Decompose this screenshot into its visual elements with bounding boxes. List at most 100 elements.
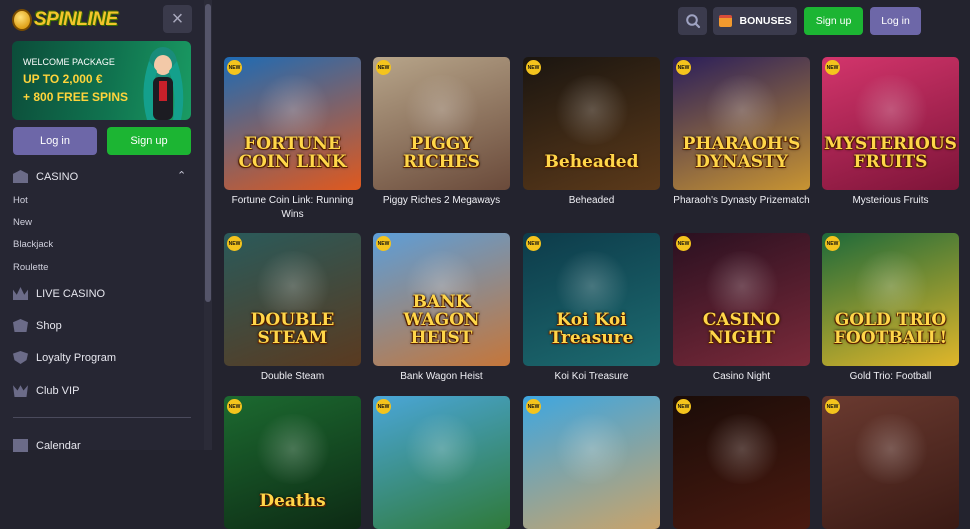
game-art-title: DOUBLE STEAM [250, 310, 335, 349]
bonuses-button[interactable]: BONUSES [713, 7, 797, 35]
game-tile[interactable]: NEW [673, 396, 810, 529]
sidebar-item-loyalty-program[interactable]: Loyalty Program [13, 351, 116, 364]
game-tile[interactable]: NEW [373, 396, 510, 529]
game-title[interactable]: Fortune Coin Link: Running Wins [224, 194, 361, 222]
sidebar-item-shop[interactable]: Shop [13, 319, 62, 332]
sidebar-subitem-roulette[interactable]: Roulette [13, 262, 48, 273]
header-login-button[interactable]: Log in [870, 7, 921, 35]
game-art-title: Deaths [259, 491, 326, 512]
game-art-title: FORTUNE COIN LINK [238, 134, 347, 173]
sidebar-item-label: LIVE CASINO [36, 287, 106, 300]
calendar-icon [13, 439, 28, 452]
game-tile[interactable]: NEW FORTUNE COIN LINK [224, 57, 361, 190]
new-badge: NEW [825, 399, 840, 414]
vip-crown-icon [13, 385, 28, 397]
new-badge: NEW [825, 236, 840, 251]
sidebar: SPINLINE × WELCOME PACKAGE UP TO 2,000 €… [0, 0, 204, 452]
sidebar-item-label: CASINO [36, 170, 79, 183]
new-badge: NEW [227, 60, 242, 75]
game-art-title: PHARAOH'S DYNASTY [682, 134, 801, 173]
sidebar-item-label: Club VIP [36, 384, 80, 397]
new-badge: NEW [676, 399, 691, 414]
game-tile[interactable]: NEW GOLD TRIO FOOTBALL! [822, 233, 959, 366]
new-badge: NEW [376, 60, 391, 75]
game-title[interactable]: Beheaded [523, 194, 660, 208]
game-tile[interactable]: NEW Koi Koi Treasure [523, 233, 660, 366]
game-title[interactable]: Double Steam [224, 370, 361, 384]
game-artwork [852, 414, 930, 484]
game-tile[interactable]: NEW Beheaded [523, 57, 660, 190]
new-badge: NEW [825, 60, 840, 75]
game-title[interactable]: Koi Koi Treasure [523, 370, 660, 384]
promo-line-1: WELCOME PACKAGE [23, 57, 115, 67]
promo-character-image [143, 47, 184, 120]
game-tile[interactable]: NEW BANK WAGON HEIST [373, 233, 510, 366]
sidebar-login-button[interactable]: Log in [13, 127, 97, 155]
shield-icon [13, 351, 28, 364]
coin-logo-icon [12, 9, 32, 31]
game-tile[interactable]: NEW DOUBLE STEAM [224, 233, 361, 366]
new-badge: NEW [227, 236, 242, 251]
casino-icon [13, 170, 28, 183]
game-title-line-2: Wins [281, 209, 304, 220]
game-title[interactable]: Piggy Riches 2 Megaways [373, 194, 510, 208]
close-icon: × [171, 8, 184, 30]
shop-icon [13, 319, 28, 332]
game-artwork [403, 414, 481, 484]
game-title[interactable]: Bank Wagon Heist [373, 370, 510, 384]
game-tile[interactable]: NEW Deaths [224, 396, 361, 529]
game-tile[interactable]: NEW CASINO NIGHT [673, 233, 810, 366]
close-sidebar-button[interactable]: × [163, 5, 192, 33]
sidebar-item-calendar[interactable]: Calendar [13, 439, 81, 452]
game-artwork [553, 414, 631, 484]
game-tile[interactable]: NEW [523, 396, 660, 529]
game-tile[interactable]: NEW MYSTERIOUS FRUITS [822, 57, 959, 190]
sidebar-divider [13, 417, 191, 418]
game-artwork [254, 414, 332, 484]
sidebar-item-club-vip[interactable]: Club VIP [13, 384, 79, 397]
new-badge: NEW [227, 399, 242, 414]
new-badge: NEW [526, 60, 541, 75]
game-title[interactable]: Mysterious Fruits [822, 194, 959, 208]
game-artwork [553, 75, 631, 145]
new-badge: NEW [526, 236, 541, 251]
bonuses-label: BONUSES [739, 15, 792, 27]
promo-line-2: UP TO 2,000 € [23, 72, 103, 86]
game-artwork [703, 414, 781, 484]
game-art-title: GOLD TRIO FOOTBALL! [833, 310, 948, 349]
new-badge: NEW [376, 399, 391, 414]
header-signup-button[interactable]: Sign up [804, 7, 863, 35]
search-icon [685, 14, 700, 29]
search-button[interactable] [678, 7, 707, 35]
chevron-up-icon[interactable]: ⌃ [177, 169, 186, 182]
crown-icon [13, 287, 28, 300]
spinline-logo[interactable]: SPINLINE [12, 5, 130, 35]
sidebar-item-casino[interactable]: CASINO [13, 170, 78, 183]
game-title[interactable]: Gold Trio: Football [822, 370, 959, 384]
game-tile[interactable]: NEW PHARAOH'S DYNASTY [673, 57, 810, 190]
game-art-title: BANK WAGON HEIST [403, 292, 480, 349]
logo-text: SPINLINE [34, 9, 118, 30]
game-title-line-1: Fortune Coin Link: Running [231, 195, 354, 206]
sidebar-subitem-blackjack[interactable]: Blackjack [13, 239, 53, 250]
game-title[interactable]: Casino Night [673, 370, 810, 384]
new-badge: NEW [376, 236, 391, 251]
sidebar-subitem-new[interactable]: New [13, 217, 32, 228]
scrollbar-thumb[interactable] [205, 4, 211, 302]
new-badge: NEW [676, 60, 691, 75]
game-art-title: PIGGY RICHES [403, 134, 480, 173]
new-badge: NEW [526, 399, 541, 414]
sidebar-subitem-hot[interactable]: Hot [13, 195, 28, 206]
sidebar-scrollbar[interactable] [204, 0, 212, 450]
sidebar-item-label: Loyalty Program [36, 351, 117, 364]
game-tile[interactable]: NEW PIGGY RICHES [373, 57, 510, 190]
new-badge: NEW [676, 236, 691, 251]
sidebar-signup-button[interactable]: Sign up [107, 127, 191, 155]
gift-icon [718, 15, 732, 27]
game-tile[interactable]: NEW [822, 396, 959, 529]
welcome-promo-banner[interactable]: WELCOME PACKAGE UP TO 2,000 € + 800 FREE… [12, 41, 191, 120]
game-art-title: Beheaded [544, 152, 639, 173]
sidebar-item-live-casino[interactable]: LIVE CASINO [13, 287, 105, 300]
game-title[interactable]: Pharaoh's Dynasty Prizematch [673, 194, 810, 208]
game-art-title: MYSTERIOUS FRUITS [824, 134, 957, 173]
